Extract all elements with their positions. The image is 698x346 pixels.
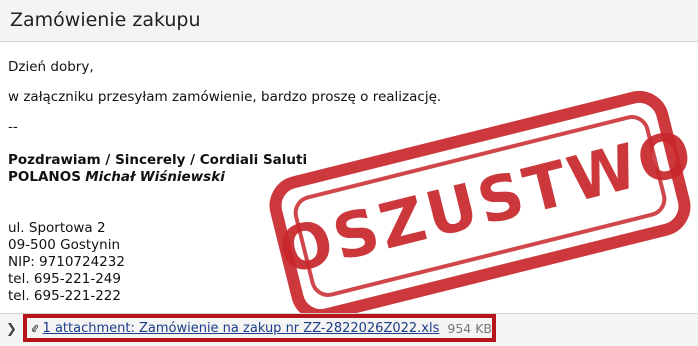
attachment-highlight[interactable]: 1 attachment: Zamówienie na zakup nr ZZ-… [23,314,496,342]
signature-greeting: Pozdrawiam / Sincerely / Cordiali Saluti [8,152,308,168]
attachment-size: 954 KB [447,320,492,336]
company-name: POLANOS [8,169,81,185]
address-phone-2: tel. 695-221-222 [8,288,121,304]
attachment-link[interactable]: 1 attachment: Zamówienie na zakup nr ZZ-… [43,321,440,336]
address-phone-1: tel. 695-221-249 [8,271,121,287]
message-header: Zamówienie zakupu [0,0,698,42]
message-subject: Zamówienie zakupu [10,9,201,31]
address-city: 09-500 Gostynin [8,237,121,253]
address-nip: NIP: 9710724232 [8,254,125,270]
message-body-text: w załączniku przesyłam zamówienie, bardz… [8,89,442,105]
paperclip-icon [31,324,39,333]
greeting-text: Dzień dobry, [8,59,94,75]
fraud-stamp: OSZUSTWO [263,84,698,328]
attachments-bar: ❯ 1 attachment: Zamówienie na zakup nr Z… [0,313,698,346]
address-street: ul. Sportowa 2 [8,220,106,236]
person-name: Michał Wiśniewski [85,169,225,185]
signature-name-line: POLANOS Michał Wiśniewski [8,168,225,186]
signature-separator: -- [8,119,18,135]
chevron-right-icon[interactable]: ❯ [6,322,17,338]
